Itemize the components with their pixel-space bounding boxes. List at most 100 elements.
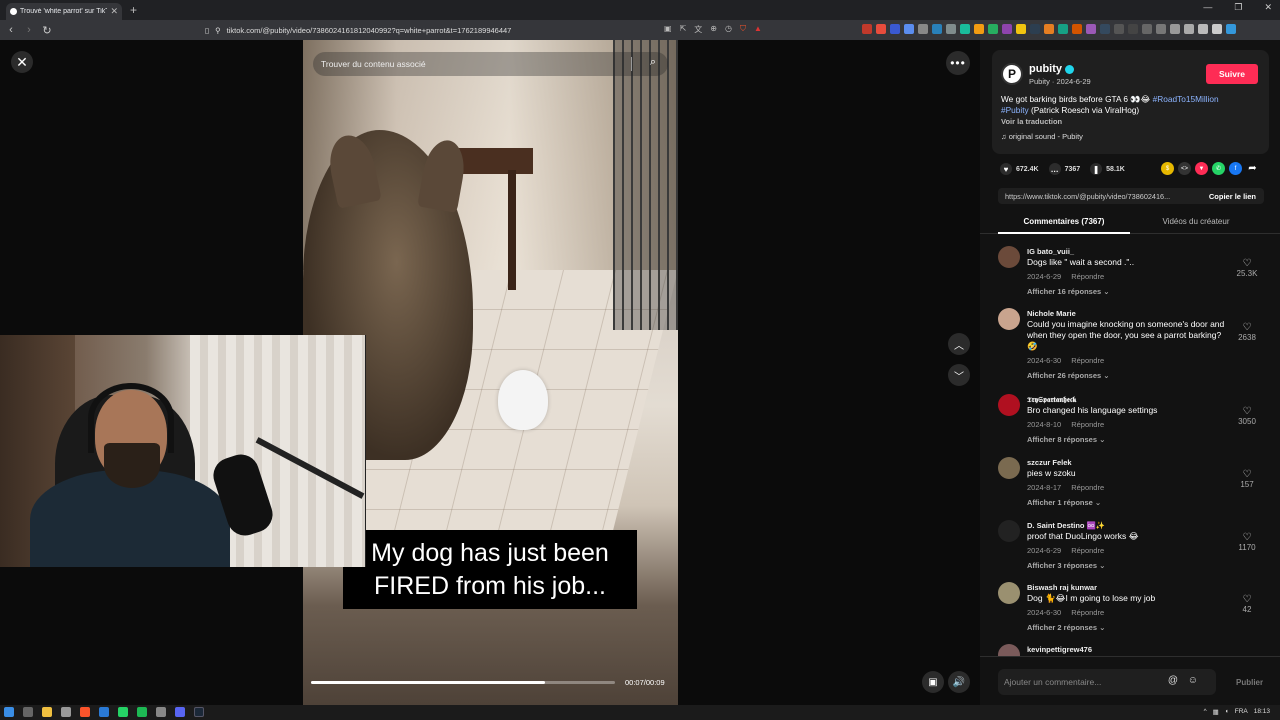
facebook-icon[interactable]: f [1229, 162, 1242, 175]
commenter-name[interactable]: Biswash raj kunwar [1027, 583, 1097, 592]
clock[interactable]: 18:13 [1254, 708, 1270, 716]
tray-chevron-icon[interactable]: ^ [1204, 708, 1207, 716]
video-link[interactable]: https://www.tiktok.com/@pubity/video/738… [1005, 192, 1170, 201]
heart-outline-icon[interactable]: ♡ [1230, 322, 1264, 333]
close-tab-icon[interactable]: ✕ [110, 6, 118, 17]
commenter-name[interactable]: 𝕿𝖗𝖞𝕾𝖕𝖆𝖗𝖙𝖆𝖓𝖍𝖊𝖈𝖐 [1027, 395, 1077, 405]
brave-browser-icon[interactable] [80, 707, 90, 717]
follow-button[interactable]: Suivre [1206, 64, 1258, 84]
extension-icon[interactable] [1044, 24, 1054, 34]
extension-icon[interactable] [876, 24, 886, 34]
extension-icon[interactable] [1100, 24, 1110, 34]
extension-icon[interactable] [918, 24, 928, 34]
commenter-avatar[interactable] [998, 394, 1020, 416]
extension-icon[interactable] [1142, 24, 1152, 34]
previous-video-button[interactable]: ︿ [948, 333, 970, 355]
bookmark-icon[interactable]: ❚ [1090, 163, 1103, 175]
more-options-button[interactable]: ••• [946, 51, 970, 75]
coin-icon[interactable]: $ [1161, 162, 1174, 175]
hashtag-link[interactable]: #RoadTo15Million [1153, 94, 1219, 104]
extension-icon[interactable] [1212, 24, 1222, 34]
extension-icon[interactable] [1086, 24, 1096, 34]
commenter-avatar[interactable] [998, 582, 1020, 604]
commenter-avatar[interactable] [998, 644, 1020, 656]
extension-icon[interactable] [862, 24, 872, 34]
brave-rewards-icon[interactable]: ▲ [754, 24, 762, 35]
author-name[interactable]: pubity [1029, 63, 1074, 75]
tab-comments[interactable]: Commentaires (7367) [998, 217, 1130, 234]
commenter-avatar[interactable] [998, 246, 1020, 268]
forward-icon[interactable]: › [22, 24, 36, 36]
steam-icon[interactable] [194, 707, 204, 717]
extension-icon[interactable] [1002, 24, 1012, 34]
comment-like[interactable]: ♡ 3050 [1230, 406, 1264, 426]
next-video-button[interactable]: ﹀ [948, 364, 970, 386]
heart-outline-icon[interactable]: ♡ [1230, 258, 1264, 269]
extension-icon[interactable] [946, 24, 956, 34]
taskbar-app-icon[interactable] [156, 707, 166, 717]
comment-like[interactable]: ♡ 2638 [1230, 322, 1264, 342]
comment-input[interactable]: Ajouter un commentaire... @ ☺ [998, 669, 1216, 695]
send-to-friend-icon[interactable]: ▼ [1195, 162, 1208, 175]
windows-start-icon[interactable] [4, 707, 14, 717]
extension-icon[interactable] [1156, 24, 1166, 34]
mention-icon[interactable]: @ [1168, 675, 1178, 686]
taskbar-app-icon[interactable] [99, 707, 109, 717]
heart-outline-icon[interactable]: ♡ [1230, 469, 1264, 480]
minimize-icon[interactable]: — [1203, 2, 1212, 13]
see-translation-link[interactable]: Voir la traduction [1001, 117, 1062, 126]
close-window-icon[interactable]: ✕ [1264, 2, 1272, 13]
extension-icon[interactable] [1226, 24, 1236, 34]
sound-link[interactable]: ♫ original sound - Pubity [1001, 132, 1083, 141]
reload-icon[interactable]: ↻ [40, 24, 54, 37]
translate-icon[interactable]: 文 [694, 24, 702, 35]
taskbar-search-icon[interactable] [23, 707, 33, 717]
comment-like[interactable]: ♡ 1170 [1230, 532, 1264, 552]
reply-button[interactable]: Répondre [1071, 420, 1104, 429]
url-text[interactable]: tiktok.com/@pubity/video/738602416181204… [227, 26, 512, 35]
extension-icon[interactable] [1114, 24, 1124, 34]
volume-button[interactable]: 🔊 [948, 671, 970, 693]
brave-shield-icon[interactable]: ⛉ [740, 24, 746, 35]
comment-action[interactable]: … 7367 [1048, 163, 1080, 175]
file-explorer-icon[interactable] [42, 707, 52, 717]
taskbar-app-icon[interactable] [61, 707, 71, 717]
heart-outline-icon[interactable]: ♡ [1230, 532, 1264, 543]
new-tab-button[interactable]: + [130, 3, 137, 17]
author-name-text[interactable]: pubity [1029, 63, 1062, 75]
view-replies-button[interactable]: Afficher 1 réponse ⌄ [1027, 498, 1101, 507]
browser-tab[interactable]: Trouvé 'white parrot' sur TikT ✕ [6, 3, 122, 20]
commenter-name[interactable]: kevinpettigrew476 [1027, 645, 1092, 654]
view-replies-button[interactable]: Afficher 26 réponses ⌄ [1027, 371, 1110, 380]
commenter-name[interactable]: Nichole Marie [1027, 309, 1076, 318]
discord-icon[interactable] [175, 707, 185, 717]
network-icon[interactable]: ▦ [1213, 708, 1219, 716]
reply-button[interactable]: Répondre [1071, 546, 1104, 555]
heart-icon[interactable]: ♥ [1000, 163, 1012, 175]
whatsapp-icon[interactable]: ✆ [1212, 162, 1225, 175]
extension-icon[interactable] [960, 24, 970, 34]
comment-like[interactable]: ♡ 157 [1230, 469, 1264, 489]
extension-icon[interactable] [1016, 24, 1026, 34]
commenter-name[interactable]: D. Saint Destino ♾️✨ [1027, 521, 1105, 530]
copy-link-button[interactable]: Copier le lien [1209, 192, 1256, 201]
search-icon[interactable]: ⌕ [650, 56, 656, 69]
related-search-bar[interactable]: Trouver du contenu associé ⌕ [313, 52, 668, 76]
sound-name[interactable]: original sound - Pubity [1009, 132, 1083, 141]
commenter-avatar[interactable] [998, 457, 1020, 479]
share-page-icon[interactable]: ⇱ [680, 24, 687, 35]
zoom-icon[interactable]: ⊕ [710, 24, 717, 35]
view-replies-button[interactable]: Afficher 2 réponses ⌄ [1027, 623, 1105, 632]
whatsapp-taskbar-icon[interactable] [118, 707, 128, 717]
extension-icon[interactable] [974, 24, 984, 34]
comment-like[interactable]: ♡ 42 [1230, 594, 1264, 614]
reply-button[interactable]: Répondre [1071, 272, 1104, 281]
history-icon[interactable]: ◷ [725, 24, 732, 35]
embed-icon[interactable]: <> [1178, 162, 1191, 175]
tab-creator-videos[interactable]: Vidéos du créateur [1130, 217, 1262, 226]
reply-button[interactable]: Répondre [1071, 608, 1104, 617]
close-video-button[interactable]: ✕ [11, 51, 33, 73]
reply-button[interactable]: Répondre [1071, 356, 1104, 365]
extension-icon[interactable] [1170, 24, 1180, 34]
share-arrow-icon[interactable]: ➦ [1246, 162, 1259, 175]
